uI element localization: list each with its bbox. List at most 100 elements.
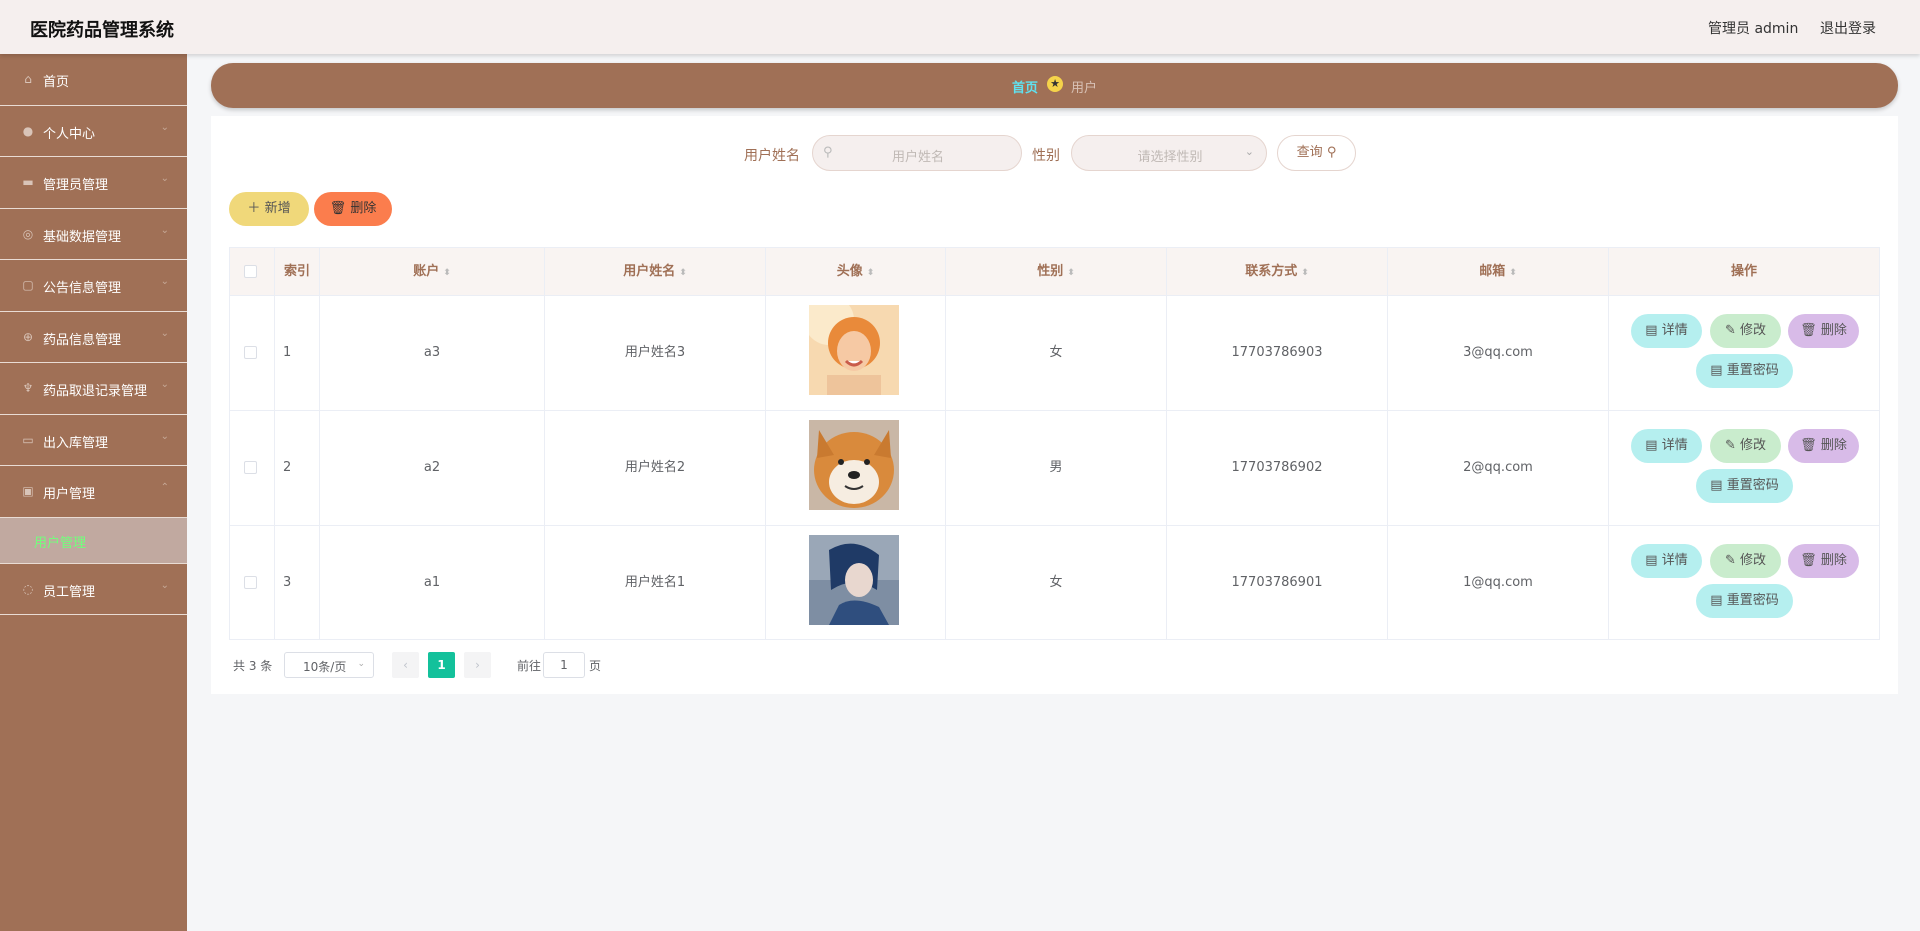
sidebar-item-notices[interactable]: ▢ 公告信息管理 ⌄ xyxy=(0,260,187,312)
prev-page-button[interactable]: ‹ xyxy=(392,652,419,678)
row-select-cell xyxy=(230,411,275,525)
reset-password-button[interactable]: ▤ 重置密码 xyxy=(1696,354,1793,388)
page-size-select[interactable]: 10条/页 ⌄ xyxy=(284,652,374,678)
detail-button[interactable]: ▤ 详情 xyxy=(1631,429,1702,463)
sidebar-item-drug-records[interactable]: ♆ 药品取退记录管理 ⌄ xyxy=(0,363,187,415)
column-header-email[interactable]: 邮箱 ⬍ xyxy=(1388,248,1609,296)
column-header-account[interactable]: 账户 ⬍ xyxy=(320,248,545,296)
gender-select[interactable]: 请选择性别 ⌄ xyxy=(1071,135,1267,171)
avatar[interactable] xyxy=(809,305,899,395)
column-header-index: 索引 xyxy=(275,248,320,296)
box-icon: ▭ xyxy=(22,432,34,447)
next-page-button[interactable]: › xyxy=(464,652,491,678)
breadcrumb-home[interactable]: 首页 xyxy=(1012,77,1038,96)
chevron-down-icon: ⌄ xyxy=(160,224,169,236)
row-select-cell xyxy=(230,296,275,410)
sidebar-item-basic-data[interactable]: ◎ 基础数据管理 ⌄ xyxy=(0,209,187,260)
cell-account: a3 xyxy=(320,296,545,410)
document-icon: ▤ xyxy=(1710,593,1727,608)
sort-icon: ⬍ xyxy=(1067,268,1075,278)
users-table: 索引 账户 ⬍ 用户姓名 ⬍ 头像 ⬍ 性别 ⬍ 联系方式 ⬍ 邮箱 ⬍ 操作 1 a3 用… xyxy=(229,247,1880,640)
add-button-label: 新增 xyxy=(264,201,291,216)
column-header-avatar[interactable]: 头像 ⬍ xyxy=(766,248,946,296)
pencil-icon: ✎ xyxy=(1724,323,1740,338)
lock-icon: ▣ xyxy=(22,484,34,498)
add-button[interactable]: ＋ 新增 xyxy=(229,192,309,226)
query-button[interactable]: 查询 ⚲ xyxy=(1277,135,1356,171)
cell-index: 3 xyxy=(275,526,320,640)
user-icon: ● xyxy=(22,123,34,138)
sidebar-item-home[interactable]: ⌂ 首页 xyxy=(0,54,187,106)
delete-button[interactable]: 🗑 删除 xyxy=(1788,314,1859,348)
delete-button[interactable]: 🗑 删除 xyxy=(1788,544,1859,578)
row-checkbox[interactable] xyxy=(244,461,257,474)
goto-label: 前往 xyxy=(517,659,542,673)
breadcrumb-current: 用户 xyxy=(1071,81,1098,96)
column-header-label: 账户 xyxy=(413,264,440,279)
sidebar-item-profile[interactable]: ● 个人中心 ⌄ xyxy=(0,106,187,157)
detail-button-label: 详情 xyxy=(1661,438,1688,453)
sidebar-item-label: 个人中心 xyxy=(43,126,96,142)
edit-button[interactable]: ✎ 修改 xyxy=(1710,429,1781,463)
cell-gender: 男 xyxy=(946,411,1167,525)
edit-button-label: 修改 xyxy=(1740,438,1767,453)
edit-button[interactable]: ✎ 修改 xyxy=(1710,314,1781,348)
pagination-total: 共 3 条 xyxy=(233,659,273,673)
sidebar-item-users[interactable]: ▣ 用户管理 ⌃ xyxy=(0,466,187,518)
row-checkbox[interactable] xyxy=(244,576,257,589)
column-header-phone[interactable]: 联系方式 ⬍ xyxy=(1167,248,1388,296)
column-header-gender[interactable]: 性别 ⬍ xyxy=(946,248,1167,296)
row-select-cell xyxy=(230,526,275,640)
logout-link[interactable]: 退出登录 xyxy=(1820,18,1876,38)
select-all-checkbox[interactable] xyxy=(244,265,257,278)
cell-phone: 17703786902 xyxy=(1167,411,1388,525)
avatar[interactable] xyxy=(809,535,899,625)
delete-button-label: 删除 xyxy=(1820,553,1847,568)
detail-button-label: 详情 xyxy=(1661,323,1688,338)
table-row: 2 a2 用户姓名2 男 17703786902 2@qq.com ▤ 详情 ✎… xyxy=(230,411,1879,526)
sidebar-item-label: 用户管理 xyxy=(43,487,96,502)
document-icon: ▤ xyxy=(1645,323,1662,338)
pencil-icon: ✎ xyxy=(1724,553,1740,568)
avatar[interactable] xyxy=(809,420,899,510)
detail-button[interactable]: ▤ 详情 xyxy=(1631,544,1702,578)
trash-icon: 🗑 xyxy=(1800,323,1821,338)
chevron-right-icon: › xyxy=(475,658,480,672)
column-header-actions: 操作 xyxy=(1730,264,1757,279)
column-header-label: 联系方式 xyxy=(1245,264,1298,279)
sidebar-item-stock[interactable]: ▭ 出入库管理 ⌄ xyxy=(0,415,187,466)
name-search-input[interactable]: ⚲ 用户姓名 xyxy=(812,135,1022,171)
breadcrumb: 首页 ★ 用户 xyxy=(211,63,1898,108)
column-header-label: 用户姓名 xyxy=(623,264,676,279)
delete-button[interactable]: 🗑 删除 xyxy=(1788,429,1859,463)
globe-icon: ◎ xyxy=(22,226,34,241)
cell-email: 3@qq.com xyxy=(1388,296,1609,410)
edit-button[interactable]: ✎ 修改 xyxy=(1710,544,1781,578)
reset-password-button[interactable]: ▤ 重置密码 xyxy=(1696,584,1793,618)
chevron-down-icon: ⌄ xyxy=(160,579,169,591)
sort-icon: ⬍ xyxy=(1509,268,1517,278)
trophy-icon: ♆ xyxy=(22,381,34,395)
cell-email: 1@qq.com xyxy=(1388,526,1609,640)
top-bar: 医院药品管理系统 管理员 admin 退出登录 xyxy=(0,0,1920,54)
detail-button[interactable]: ▤ 详情 xyxy=(1631,314,1702,348)
sidebar-item-staff[interactable]: ◌ 员工管理 ⌄ xyxy=(0,564,187,615)
app-title: 医院药品管理系统 xyxy=(30,20,174,41)
sidebar-item-admins[interactable]: ▬ 管理员管理 ⌄ xyxy=(0,157,187,209)
column-header-label: 头像 xyxy=(836,264,863,279)
sort-icon: ⬍ xyxy=(679,268,687,278)
sidebar-subitem-user-management[interactable]: 用户管理 xyxy=(0,517,187,564)
reset-password-button[interactable]: ▤ 重置密码 xyxy=(1696,469,1793,503)
page-size-value: 10条/页 xyxy=(303,660,347,674)
sidebar-item-drugs[interactable]: ⊕ 药品信息管理 ⌄ xyxy=(0,312,187,363)
column-header-name[interactable]: 用户姓名 ⬍ xyxy=(545,248,766,296)
cell-index: 1 xyxy=(275,296,320,410)
document-icon: ▤ xyxy=(1710,478,1727,493)
page-number-current[interactable]: 1 xyxy=(428,652,455,678)
row-checkbox[interactable] xyxy=(244,346,257,359)
sidebar: ⌂ 首页 ● 个人中心 ⌄ ▬ 管理员管理 ⌄ ◎ 基础数据管理 ⌄ ▢ 公告信… xyxy=(0,54,187,931)
batch-delete-button[interactable]: 🗑 删除 xyxy=(314,192,392,226)
goto-page-input[interactable]: 1 xyxy=(543,652,585,678)
plus-icon: ＋ xyxy=(247,201,265,216)
sidebar-item-label: 首页 xyxy=(43,75,70,90)
